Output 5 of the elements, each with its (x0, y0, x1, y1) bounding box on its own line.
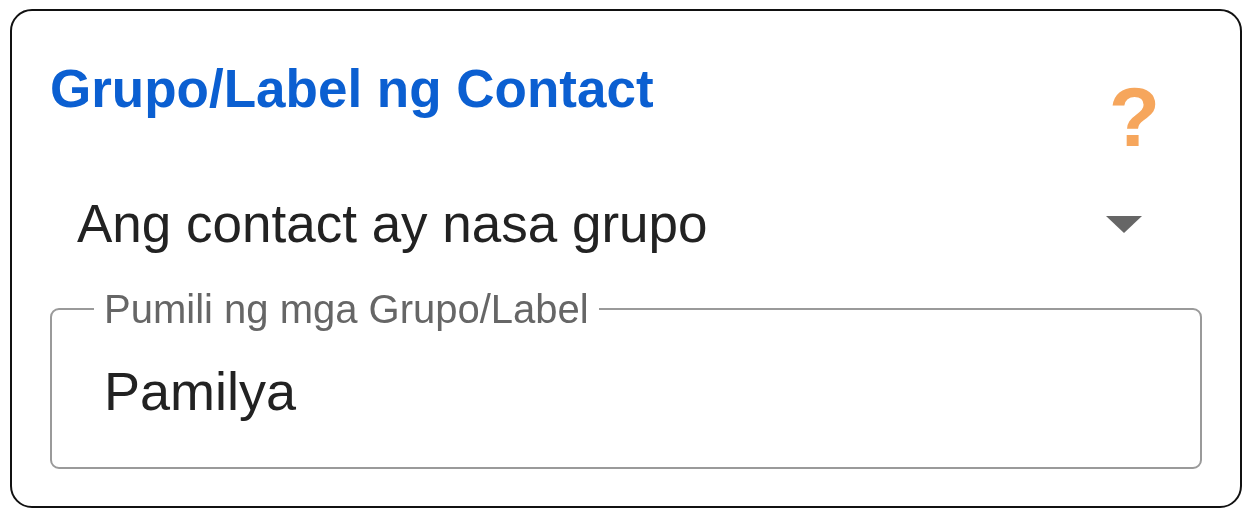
group-field[interactable]: Pamilya (104, 351, 1148, 432)
caret-icon (1106, 215, 1142, 233)
condition-dropdown[interactable]: Ang contact ay nasa grupo (50, 189, 1202, 259)
field-label: Pumili ng mga Grupo/Label (103, 289, 590, 329)
section-title: Grupo/Label ng Contact (50, 58, 654, 120)
